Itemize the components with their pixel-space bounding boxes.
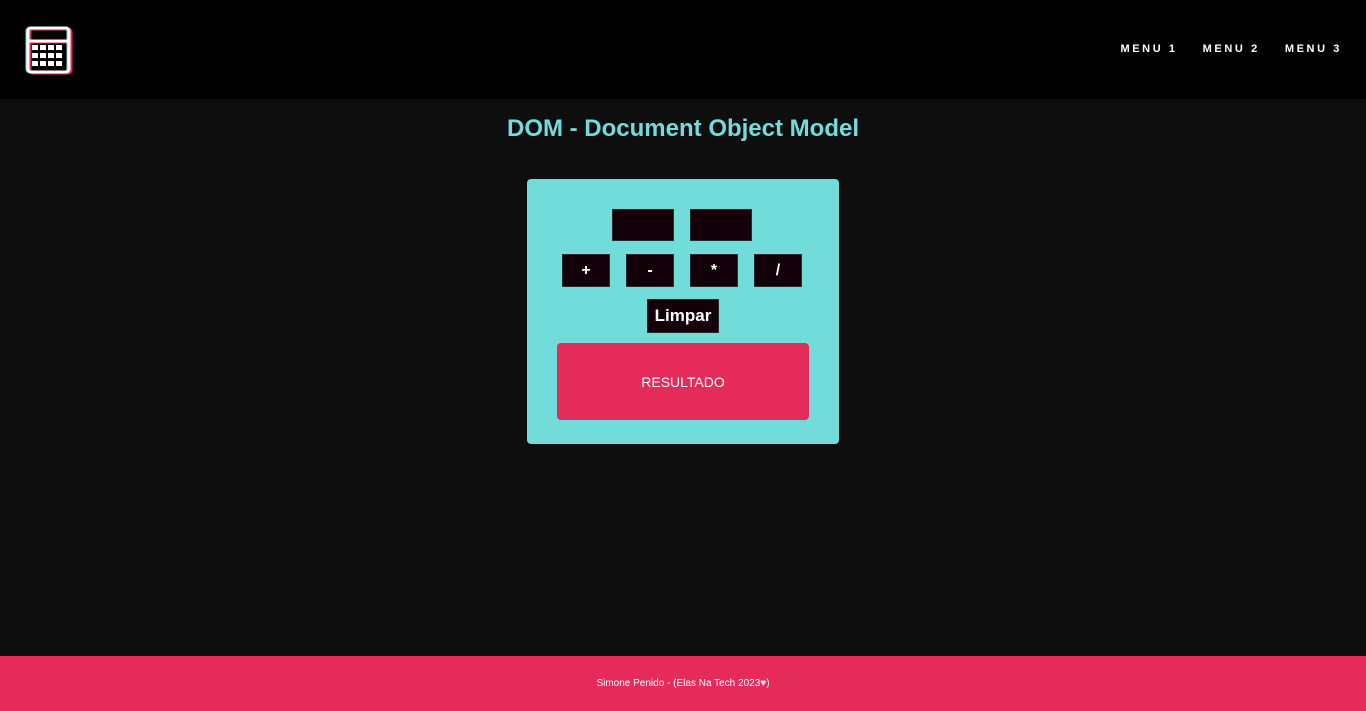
calculator-panel: + - * / Limpar RESULTADO — [527, 179, 839, 444]
nav-menu-2[interactable]: MENU 2 — [1203, 42, 1260, 56]
add-button[interactable]: + — [562, 254, 610, 287]
main-nav: MENU 1 MENU 2 MENU 3 — [1120, 42, 1342, 56]
footer: Simone Penido - (Elas Na Tech 2023♥) — [0, 656, 1366, 711]
first-number-input[interactable] — [612, 209, 674, 241]
footer-credit: Simone Penido - (Elas Na Tech 2023♥) — [596, 678, 770, 689]
result-display: RESULTADO — [557, 343, 809, 420]
nav-menu-1[interactable]: MENU 1 — [1120, 42, 1177, 56]
page-title: DOM - Document Object Model — [506, 115, 859, 142]
multiply-button[interactable]: * — [690, 254, 738, 287]
clear-button[interactable]: Limpar — [647, 299, 719, 333]
calculator-icon[interactable] — [25, 25, 75, 75]
result-label: RESULTADO — [641, 373, 725, 390]
nav-menu-3[interactable]: MENU 3 — [1285, 42, 1342, 56]
subtract-button[interactable]: - — [626, 254, 674, 287]
header: MENU 1 MENU 2 MENU 3 — [0, 0, 1366, 99]
second-number-input[interactable] — [690, 209, 752, 241]
divide-button[interactable]: / — [754, 254, 802, 287]
